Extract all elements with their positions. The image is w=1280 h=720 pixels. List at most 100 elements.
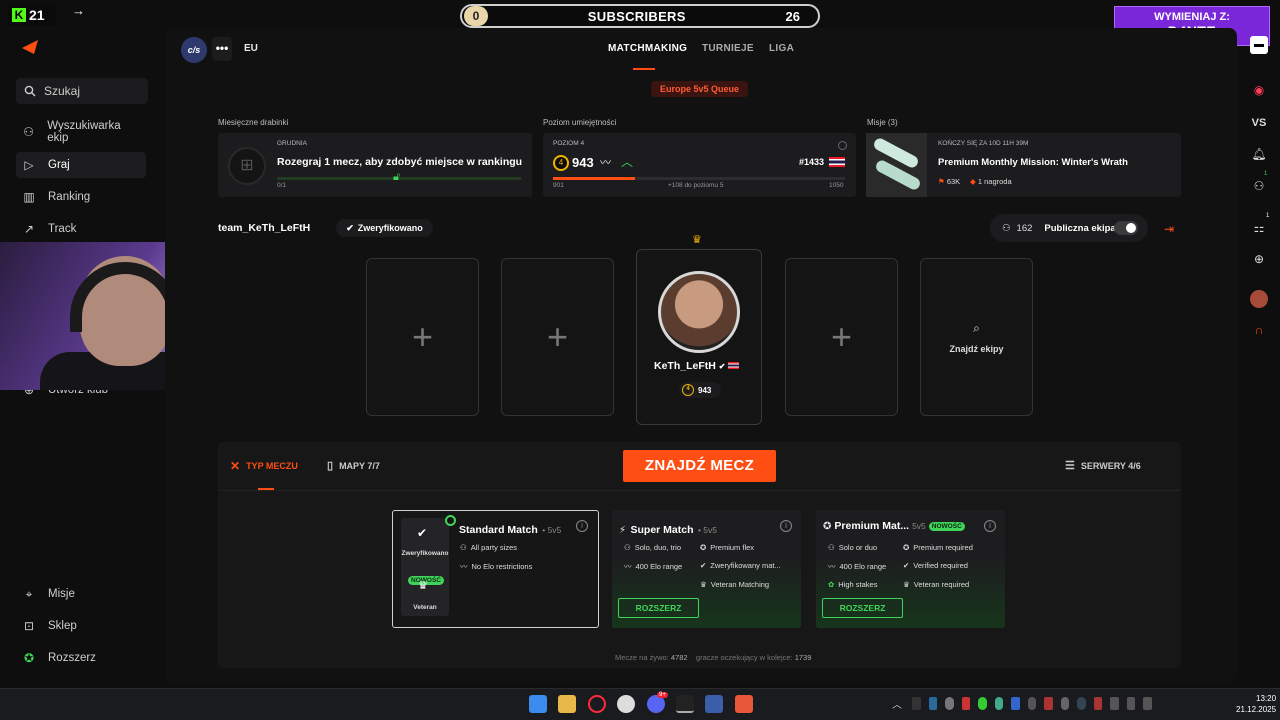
microphone-icon[interactable]	[1110, 697, 1119, 710]
tab-tournaments[interactable]: TURNIEJE	[702, 43, 754, 54]
mode-title-row: ✪ Premium Mat... 5v5 NOWOŚĆ	[823, 520, 965, 532]
badge-verified-label: Zweryfikowano	[401, 550, 449, 557]
mission-reward-value: 1 nagroda	[977, 177, 1012, 186]
sidebar-item-ranking[interactable]: ▥ Ranking	[16, 184, 146, 210]
versus-icon[interactable]: VS	[1250, 114, 1268, 132]
upgrade-button[interactable]: ROZSZERZ	[822, 598, 903, 618]
subscribers-goal-bar: 0 SUBSCRIBERS 26	[460, 4, 820, 28]
verified-icon: ✔	[346, 222, 354, 233]
tray-icon[interactable]	[1027, 697, 1037, 710]
party-icon[interactable]: ⚏	[1250, 219, 1268, 237]
tray-icon[interactable]	[978, 697, 987, 710]
tab-match-type-label: TYP MECZU	[246, 461, 298, 471]
chat-icon[interactable]: ▬	[1250, 36, 1268, 54]
tray-icon[interactable]	[1060, 697, 1070, 710]
org-logo[interactable]: c/s	[181, 37, 207, 63]
player-name-text: KeTh_LeFtH	[654, 360, 716, 372]
faceit-logo-icon[interactable]	[22, 40, 38, 54]
sidebar-item-play[interactable]: ▷ Graj	[16, 152, 146, 178]
bluetooth-icon[interactable]	[1011, 697, 1020, 710]
music-icon[interactable]: ◉	[1250, 81, 1268, 99]
tab-matchmaking[interactable]: MATCHMAKING	[608, 43, 687, 54]
tab-servers[interactable]: ☰ SERWERY 4/6	[1065, 459, 1141, 472]
feature-text: 400 Elo range	[839, 562, 887, 571]
verified-icon: ✔	[903, 561, 910, 570]
ladder-progress-text: 0/1	[277, 182, 287, 189]
search-placeholder: Szukaj	[44, 84, 81, 98]
app-icon[interactable]	[705, 695, 723, 713]
sidebar-item-upgrade[interactable]: ✪ Rozszerz	[16, 645, 146, 671]
queue-badge[interactable]: Europe 5v5 Queue	[651, 81, 748, 97]
feature-item: ⚇ All party sizes	[460, 543, 517, 552]
toggle-switch[interactable]	[1114, 221, 1138, 235]
skill-progress-fill	[553, 177, 635, 180]
brave-icon[interactable]	[735, 695, 753, 713]
headset-icon[interactable]: ∩	[1250, 321, 1268, 339]
clock[interactable]: 13:20 21.12.2025	[1236, 693, 1276, 715]
obs-icon[interactable]	[617, 695, 635, 713]
sidebar-item-missions[interactable]: ⌖ Misje	[16, 581, 146, 607]
empty-slot-add-player[interactable]: +	[785, 258, 898, 416]
divider	[218, 490, 1181, 491]
party-count: 162	[1016, 222, 1033, 234]
tray-icon[interactable]	[912, 697, 921, 710]
info-icon[interactable]: i	[984, 520, 996, 532]
info-icon[interactable]: i	[576, 520, 588, 532]
tray-icon[interactable]	[945, 697, 954, 710]
empty-slot-add-player[interactable]: +	[501, 258, 614, 416]
tab-maps-label: MAPY 7/7	[339, 460, 380, 471]
tray-icon[interactable]	[1093, 697, 1103, 710]
star-icon: ✪	[23, 651, 35, 665]
find-match-button[interactable]: ZNAJDŹ MECZ	[623, 450, 776, 482]
leave-party-icon[interactable]: ⇥	[1164, 222, 1174, 236]
sidebar-item-shop[interactable]: ⊡ Sklep	[16, 613, 146, 639]
feature-item: ⚇ Solo or duo	[828, 543, 877, 552]
more-options-button[interactable]: •••	[212, 37, 232, 61]
avatar[interactable]	[1250, 290, 1268, 308]
tray-icon[interactable]	[1044, 697, 1053, 710]
tray-icon[interactable]	[928, 697, 938, 710]
network-icon[interactable]	[1126, 697, 1136, 710]
play-icon: ▷	[24, 158, 34, 172]
people-icon: ⚇	[828, 543, 835, 552]
upgrade-button[interactable]: ROZSZERZ	[618, 598, 699, 618]
people-icon: ⚇	[460, 543, 467, 552]
clock-date: 21.12.2025	[1236, 705, 1277, 714]
faceit-app-icon[interactable]	[676, 695, 694, 713]
tab-match-type[interactable]: ✕ TYP MECZU	[230, 459, 298, 473]
sidebar-item-track[interactable]: ↗ Track	[16, 216, 146, 242]
add-circle-icon[interactable]: ⊕	[1250, 250, 1268, 268]
steam-icon[interactable]	[1077, 697, 1086, 710]
sidebar-item-team-finder[interactable]: ⚇ Wyszukiwarka ekip	[16, 119, 146, 145]
player-elo: 943	[698, 385, 712, 395]
file-explorer-icon[interactable]	[558, 695, 576, 713]
flag-icon	[728, 362, 740, 369]
windows-start-icon[interactable]	[529, 695, 547, 713]
tray-icon[interactable]	[994, 697, 1004, 710]
avatar[interactable]	[658, 271, 740, 353]
elo-value: 943	[572, 155, 594, 170]
search-input[interactable]: Szukaj	[16, 78, 148, 104]
tab-maps[interactable]: ▯ MAPY 7/7	[327, 459, 380, 472]
skill-level-label: POZIOM 4	[553, 140, 585, 147]
star-icon: ✪	[700, 543, 707, 552]
discord-badge: 9+	[657, 692, 668, 698]
find-team-slot[interactable]: ⌕ Znajdź ekipy	[920, 258, 1033, 416]
ladder-section-label: Miesięczne drabinki	[218, 118, 289, 127]
volume-icon[interactable]	[1143, 697, 1152, 710]
trend-icon: 〰	[460, 562, 468, 571]
region-label[interactable]: EU	[244, 43, 258, 54]
public-party-toggle[interactable]: ⚇ 162 Publiczna ekipa	[990, 214, 1148, 242]
info-icon[interactable]	[838, 141, 847, 150]
tab-league[interactable]: LIGA	[769, 43, 794, 54]
feature-item: ♛ Veteran Matching	[700, 580, 769, 589]
empty-slot-add-player[interactable]: +	[366, 258, 479, 416]
bell-icon[interactable]: 🔔︎	[1250, 145, 1268, 163]
queue-players-value: 1739	[794, 653, 812, 662]
tray-chevron-icon[interactable]: ︿	[892, 696, 902, 711]
opera-icon[interactable]	[588, 695, 606, 713]
tray-icon[interactable]	[961, 697, 971, 710]
info-icon[interactable]: i	[780, 520, 792, 532]
friends-icon[interactable]: ⚇	[1250, 177, 1268, 195]
map-icon: ▯	[327, 460, 334, 472]
